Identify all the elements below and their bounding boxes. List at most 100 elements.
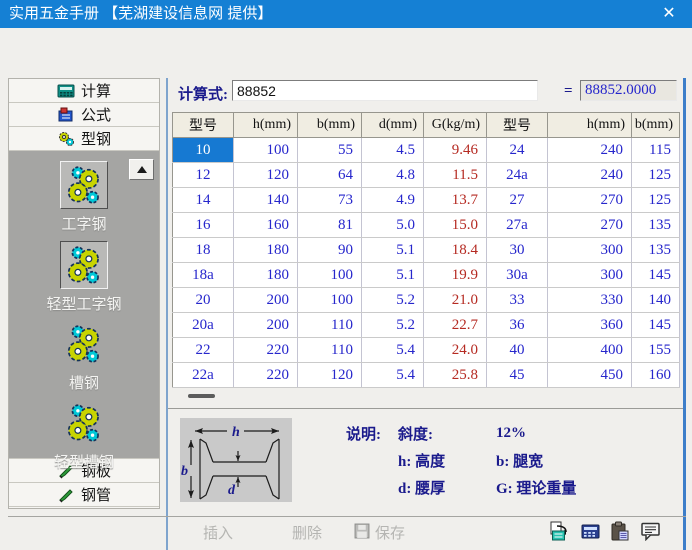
value-cell[interactable]: 125 (631, 187, 680, 213)
sidebar-item-steel-pipe[interactable]: 钢管 (9, 483, 159, 507)
value-cell[interactable]: 220 (233, 337, 298, 363)
insert-button[interactable]: 插入 (203, 522, 233, 543)
model-cell[interactable]: 27a (486, 212, 548, 238)
value-cell[interactable]: 4.9 (361, 187, 424, 213)
column-header[interactable]: 型号 (172, 112, 234, 138)
value-cell[interactable]: 145 (631, 262, 680, 288)
model-cell[interactable]: 36 (486, 312, 548, 338)
column-header[interactable]: 型号 (486, 112, 548, 138)
model-cell[interactable]: 22a (172, 362, 234, 388)
value-cell[interactable]: 180 (233, 237, 298, 263)
value-cell[interactable]: 5.4 (361, 362, 424, 388)
value-cell[interactable]: 9.46 (423, 137, 487, 163)
model-cell[interactable]: 45 (486, 362, 548, 388)
value-cell[interactable]: 360 (547, 312, 632, 338)
category-light-i-beam[interactable]: 轻型工字钢 (9, 241, 159, 314)
value-cell[interactable]: 120 (297, 362, 362, 388)
value-cell[interactable]: 21.0 (423, 287, 487, 313)
value-cell[interactable]: 200 (233, 312, 298, 338)
value-cell[interactable]: 115 (631, 137, 680, 163)
value-cell[interactable]: 5.2 (361, 312, 424, 338)
value-cell[interactable]: 145 (631, 312, 680, 338)
model-cell[interactable]: 24a (486, 162, 548, 188)
value-cell[interactable]: 22.7 (423, 312, 487, 338)
close-icon[interactable]: ✕ (659, 0, 679, 28)
delete-button[interactable]: 删除 (292, 522, 322, 543)
value-cell[interactable]: 5.2 (361, 287, 424, 313)
value-cell[interactable]: 15.0 (423, 212, 487, 238)
value-cell[interactable]: 220 (233, 362, 298, 388)
save-button[interactable]: 保存 (354, 522, 405, 543)
value-cell[interactable]: 160 (631, 362, 680, 388)
value-cell[interactable]: 270 (547, 187, 632, 213)
model-cell[interactable]: 16 (172, 212, 234, 238)
calculator-icon[interactable] (579, 520, 601, 542)
value-cell[interactable]: 135 (631, 212, 680, 238)
value-cell[interactable]: 125 (631, 162, 680, 188)
column-header[interactable]: b(mm) (631, 112, 680, 138)
value-cell[interactable]: 100 (233, 137, 298, 163)
model-cell[interactable]: 30 (486, 237, 548, 263)
model-cell[interactable]: 10 (172, 137, 234, 163)
value-cell[interactable]: 110 (297, 337, 362, 363)
sidebar-item-calculate[interactable]: 计算 (9, 79, 159, 103)
value-cell[interactable]: 300 (547, 237, 632, 263)
export-data-icon[interactable] (549, 520, 571, 542)
value-cell[interactable]: 13.7 (423, 187, 487, 213)
value-cell[interactable]: 270 (547, 212, 632, 238)
value-cell[interactable]: 5.0 (361, 212, 424, 238)
model-cell[interactable]: 27 (486, 187, 548, 213)
value-cell[interactable]: 120 (233, 162, 298, 188)
value-cell[interactable]: 55 (297, 137, 362, 163)
value-cell[interactable]: 11.5 (423, 162, 487, 188)
value-cell[interactable]: 200 (233, 287, 298, 313)
formula-input[interactable] (232, 80, 538, 101)
value-cell[interactable]: 240 (547, 137, 632, 163)
value-cell[interactable]: 4.8 (361, 162, 424, 188)
value-cell[interactable]: 18.4 (423, 237, 487, 263)
value-cell[interactable]: 5.4 (361, 337, 424, 363)
scroll-up-button[interactable] (129, 159, 154, 180)
value-cell[interactable]: 24.0 (423, 337, 487, 363)
category-light-channel-steel[interactable]: 轻型槽钢 (9, 400, 159, 472)
value-cell[interactable]: 155 (631, 337, 680, 363)
column-header[interactable]: h(mm) (233, 112, 298, 138)
value-cell[interactable]: 100 (297, 262, 362, 288)
paste-clipboard-icon[interactable] (609, 520, 631, 542)
value-cell[interactable]: 19.9 (423, 262, 487, 288)
value-cell[interactable]: 400 (547, 337, 632, 363)
model-cell[interactable]: 18 (172, 237, 234, 263)
value-cell[interactable]: 110 (297, 312, 362, 338)
value-cell[interactable]: 81 (297, 212, 362, 238)
value-cell[interactable]: 5.1 (361, 262, 424, 288)
model-cell[interactable]: 18a (172, 262, 234, 288)
sidebar-item-formula[interactable]: 公式 (9, 103, 159, 127)
category-channel-steel[interactable]: 槽钢 (9, 321, 159, 393)
value-cell[interactable]: 160 (233, 212, 298, 238)
model-cell[interactable]: 20 (172, 287, 234, 313)
value-cell[interactable]: 25.8 (423, 362, 487, 388)
value-cell[interactable]: 300 (547, 262, 632, 288)
value-cell[interactable]: 240 (547, 162, 632, 188)
model-cell[interactable]: 12 (172, 162, 234, 188)
comment-icon[interactable] (639, 520, 661, 542)
value-cell[interactable]: 100 (297, 287, 362, 313)
value-cell[interactable]: 135 (631, 237, 680, 263)
value-cell[interactable]: 140 (631, 287, 680, 313)
value-cell[interactable]: 450 (547, 362, 632, 388)
model-cell[interactable]: 14 (172, 187, 234, 213)
value-cell[interactable]: 330 (547, 287, 632, 313)
sidebar-item-section-steel[interactable]: 型钢 (9, 127, 159, 151)
horizontal-scrollbar-thumb[interactable] (188, 394, 215, 398)
model-cell[interactable]: 24 (486, 137, 548, 163)
value-cell[interactable]: 90 (297, 237, 362, 263)
model-cell[interactable]: 30a (486, 262, 548, 288)
column-header[interactable]: G(kg/m) (423, 112, 487, 138)
value-cell[interactable]: 140 (233, 187, 298, 213)
value-cell[interactable]: 5.1 (361, 237, 424, 263)
model-cell[interactable]: 33 (486, 287, 548, 313)
column-header[interactable]: d(mm) (361, 112, 424, 138)
model-cell[interactable]: 22 (172, 337, 234, 363)
model-cell[interactable]: 40 (486, 337, 548, 363)
value-cell[interactable]: 64 (297, 162, 362, 188)
